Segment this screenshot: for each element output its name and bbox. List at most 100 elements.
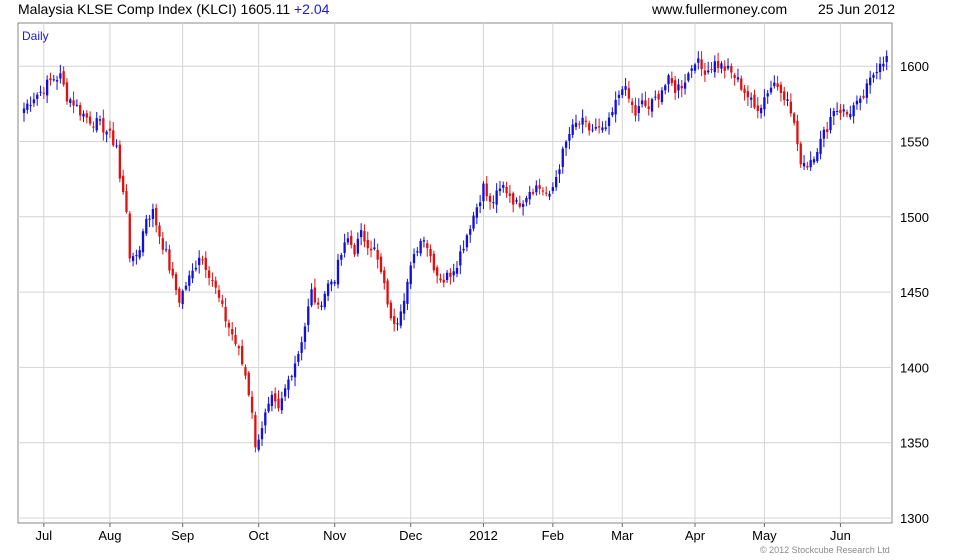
candle-body	[835, 110, 839, 112]
candle-body	[624, 86, 627, 90]
candle-body	[885, 55, 888, 63]
candle-body	[171, 268, 174, 276]
candle-body	[816, 152, 819, 162]
candle-body	[750, 97, 753, 100]
candle-body	[131, 256, 135, 262]
candle-body	[703, 70, 707, 75]
x-tick-label: 2012	[469, 528, 498, 543]
candle-body	[303, 326, 307, 342]
candle-body	[168, 249, 171, 271]
candle-body	[45, 79, 49, 96]
candle-body	[673, 80, 677, 93]
candle-body	[773, 82, 776, 87]
candle-body	[578, 123, 581, 125]
x-tick-label: Sep	[171, 528, 194, 543]
candle	[389, 300, 393, 321]
candle-body	[92, 126, 95, 128]
candle-body	[720, 63, 723, 69]
candle-body	[366, 239, 369, 249]
price-chart: 1300 1350 1400 1450 1500 1550 1600 Jul Aug Sep Oct…	[17, 22, 929, 543]
candle-body	[462, 248, 465, 251]
candle-body	[485, 183, 488, 197]
candle-body	[475, 207, 478, 218]
candle-body	[26, 103, 29, 110]
y-tick-label: 1400	[900, 360, 929, 375]
candle-body	[359, 230, 363, 238]
candle-body	[687, 73, 690, 81]
candle-body	[194, 267, 198, 270]
candle-body	[95, 118, 98, 131]
x-tick-label: Jul	[36, 528, 53, 543]
candle-body	[300, 342, 303, 353]
candle-body	[399, 311, 402, 326]
candle-body	[839, 109, 842, 114]
y-tick-label: 1300	[900, 511, 929, 526]
candle-body	[221, 300, 224, 304]
candle-body	[320, 305, 323, 307]
candle-body	[730, 66, 733, 73]
candle-body	[439, 278, 442, 281]
candle-body	[39, 91, 42, 93]
candle-body	[211, 279, 214, 282]
candle-body	[184, 285, 188, 290]
website-link[interactable]: www.fullermoney.com	[652, 1, 787, 17]
candle-body	[412, 254, 416, 264]
candle-body	[733, 74, 736, 79]
candle-body	[72, 100, 75, 106]
candle	[799, 141, 802, 168]
candle-body	[181, 290, 184, 305]
candle-body	[426, 243, 429, 249]
candle-body	[102, 118, 105, 133]
candle-body	[716, 60, 720, 68]
candle-body	[350, 235, 353, 246]
candle-body	[108, 128, 112, 131]
candle-body	[680, 85, 683, 89]
candle-body	[452, 271, 455, 276]
candle-body	[310, 289, 313, 306]
candle-body	[683, 82, 687, 89]
period-label: Daily	[22, 29, 49, 43]
candle-body	[693, 64, 697, 71]
candle-body	[776, 83, 779, 88]
y-tick-label: 1450	[900, 285, 929, 300]
candle-body	[667, 75, 670, 85]
candle-body	[115, 145, 118, 147]
candle	[323, 291, 326, 310]
candle-body	[343, 242, 346, 253]
candle-body	[508, 193, 512, 196]
candle-body	[214, 280, 217, 288]
candle-body	[36, 94, 39, 99]
candle-body	[472, 215, 475, 229]
candle-body	[707, 70, 710, 73]
x-tick-label: Oct	[249, 528, 270, 543]
candle-body	[75, 104, 79, 106]
y-tick-label: 1550	[900, 135, 929, 150]
candle	[432, 250, 436, 273]
candle-body	[422, 240, 426, 242]
candle-body	[49, 78, 52, 81]
candle-body	[594, 127, 597, 129]
plot-frame	[17, 22, 893, 524]
candle-body	[640, 100, 644, 105]
candle-body	[207, 270, 211, 278]
y-tick-label: 1500	[900, 210, 929, 225]
candle-body	[677, 84, 680, 91]
candle-body	[138, 250, 141, 258]
candle-body	[224, 306, 227, 322]
candle-body	[346, 238, 350, 243]
candle-body	[141, 231, 145, 253]
candle-body	[710, 69, 713, 71]
candle-body	[217, 290, 221, 298]
index-name: Malaysia KLSE Comp Index (KLCI)	[18, 1, 237, 17]
candle-body	[283, 388, 287, 397]
candle-body	[792, 113, 796, 123]
candle-body	[644, 100, 647, 107]
candle-body	[317, 302, 320, 305]
candle-body	[151, 208, 155, 219]
candle-body	[743, 88, 746, 93]
candle-body	[766, 93, 769, 97]
candle-body	[128, 213, 131, 259]
candle-body	[29, 104, 32, 106]
candle-body	[188, 275, 191, 286]
candle-body	[806, 165, 809, 168]
